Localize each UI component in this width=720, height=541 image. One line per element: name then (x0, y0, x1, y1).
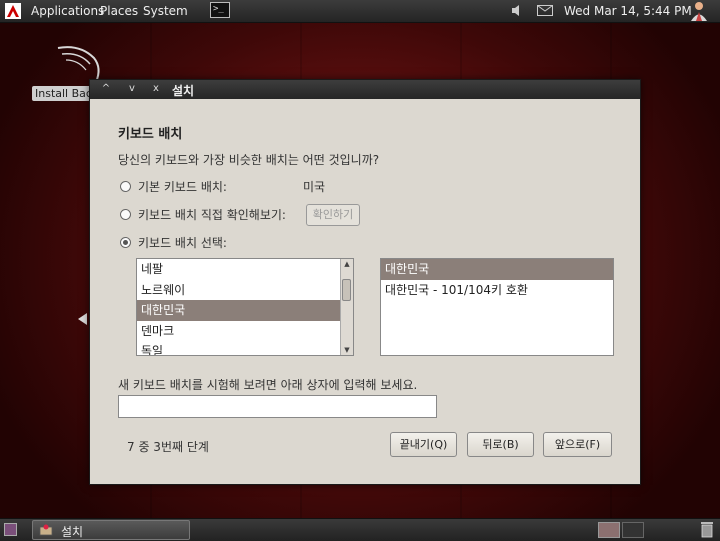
taskbar-window-button[interactable]: 설치 (32, 520, 190, 540)
volume-icon[interactable] (511, 4, 523, 17)
list-item[interactable]: 노르웨이 (137, 280, 353, 301)
radio-default-layout[interactable] (120, 181, 131, 192)
radio-choose-layout[interactable] (120, 237, 131, 248)
bottom-panel: 설치 (0, 518, 720, 541)
list-item[interactable]: 덴마크 (137, 321, 353, 342)
show-desktop-icon[interactable] (4, 523, 17, 536)
list-item[interactable]: 대한민국 - 101/104키 호환 (381, 280, 613, 301)
forward-button[interactable]: 앞으로(F) (543, 432, 612, 457)
close-icon[interactable]: x (148, 82, 164, 96)
list-item[interactable]: 독일 (137, 341, 353, 355)
quit-button[interactable]: 끝내기(Q) (390, 432, 457, 457)
radio-default-label[interactable]: 기본 키보드 배치: (138, 178, 227, 195)
radio-test-layout[interactable] (120, 209, 131, 220)
installer-icon (39, 524, 53, 536)
menu-system[interactable]: System (143, 4, 188, 18)
test-input[interactable] (118, 395, 437, 418)
scroll-down-icon[interactable]: ▼ (341, 345, 353, 355)
minimize-icon[interactable]: v (124, 82, 140, 96)
menu-places[interactable]: Places (100, 4, 138, 18)
trash-icon[interactable] (700, 521, 714, 538)
back-button[interactable]: 뒤로(B) (467, 432, 534, 457)
panel-arrow-icon (78, 313, 87, 325)
window-title: 설치 (172, 84, 195, 98)
taskbar-window-label: 설치 (61, 525, 84, 539)
scroll-thumb[interactable] (342, 279, 351, 301)
radio-test-label[interactable]: 키보드 배치 직접 확인해보기: (138, 206, 286, 223)
layout-list[interactable]: 네팔 노르웨이 대한민국 덴마크 독일 ▲ ▼ (136, 258, 354, 356)
user-icon[interactable] (688, 0, 710, 22)
window-content: 키보드 배치 당신의 키보드와 가장 비슷한 배치는 어떤 것입니까? 기본 키… (90, 99, 640, 484)
terminal-icon[interactable]: >_ (210, 2, 230, 18)
workspace-2[interactable] (622, 522, 644, 538)
roll-up-icon[interactable]: ^ (98, 82, 114, 96)
terminal-prompt: >_ (213, 4, 224, 14)
radio-choose-label[interactable]: 키보드 배치 선택: (138, 234, 227, 251)
top-panel: Applications Places System >_ Wed Mar 14… (0, 0, 720, 23)
page-question: 당신의 키보드와 가장 비슷한 배치는 어떤 것입니까? (118, 153, 380, 167)
installer-window: ^ v x 설치 키보드 배치 당신의 키보드와 가장 비슷한 배치는 어떤 것… (89, 79, 641, 485)
check-layout-button[interactable]: 확인하기 (306, 204, 360, 226)
clock[interactable]: Wed Mar 14, 5:44 PM (564, 4, 692, 18)
menu-applications[interactable]: Applications (31, 4, 104, 18)
distro-logo-icon[interactable] (4, 2, 22, 20)
default-layout-value: 미국 (303, 180, 326, 194)
list-item-selected[interactable]: 대한민국 (381, 259, 613, 280)
list-item[interactable]: 네팔 (137, 259, 353, 280)
mail-icon[interactable] (537, 5, 553, 16)
workspace-1[interactable] (598, 522, 620, 538)
layout-list-scrollbar[interactable]: ▲ ▼ (340, 259, 353, 355)
page-title: 키보드 배치 (118, 127, 183, 142)
test-instruction: 새 키보드 배치를 시험해 보려면 아래 상자에 입력해 보세요. (118, 378, 418, 392)
scroll-up-icon[interactable]: ▲ (341, 259, 353, 269)
variant-list[interactable]: 대한민국 대한민국 - 101/104키 호환 (380, 258, 614, 356)
window-titlebar[interactable]: ^ v x 설치 (90, 80, 640, 99)
step-indicator: 7 중 3번째 단계 (127, 440, 209, 454)
list-item-selected[interactable]: 대한민국 (137, 300, 353, 321)
